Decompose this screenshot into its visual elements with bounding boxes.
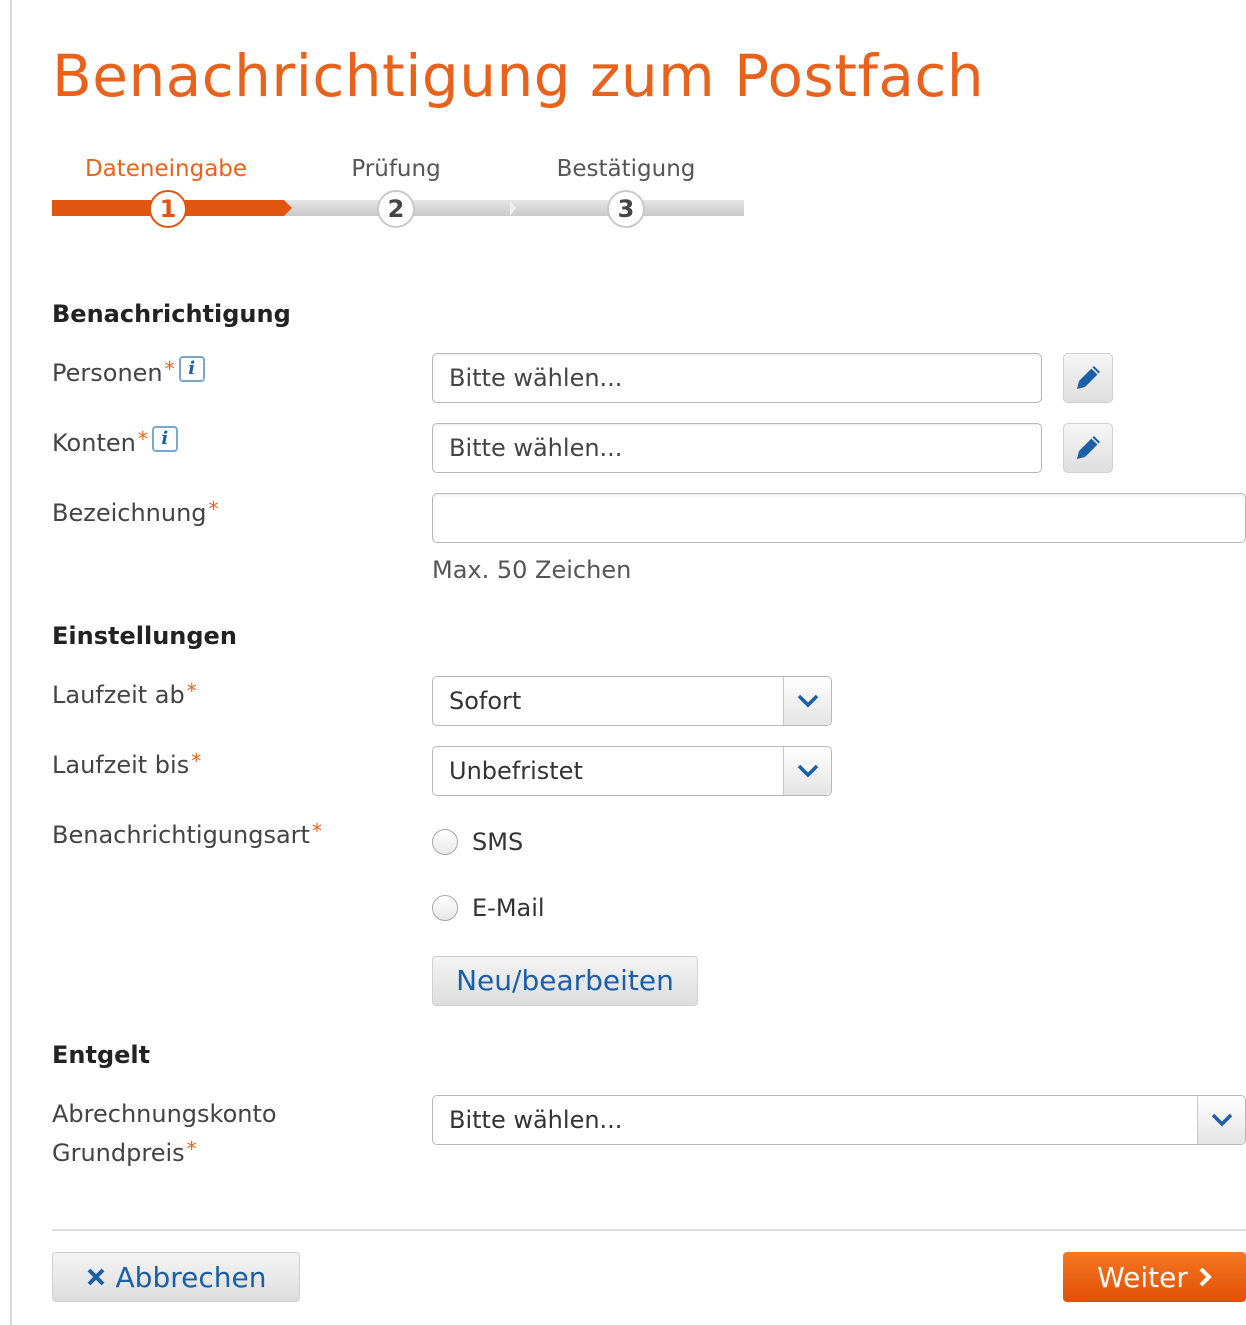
runtime-to-value: Unbefristet <box>449 757 583 785</box>
step-label-pruefung: Prüfung <box>351 156 441 182</box>
persons-label: Personen * i <box>52 354 205 392</box>
radio-option-email[interactable]: E-Mail <box>432 890 545 926</box>
step-label-bestaetigung: Bestätigung <box>556 156 696 182</box>
runtime-from-value: Sofort <box>449 687 522 715</box>
radio-label-sms: SMS <box>472 828 524 856</box>
persons-label-text: Personen <box>52 359 163 387</box>
required-marker: * <box>186 1137 197 1161</box>
runtime-to-label-text: Laufzeit bis <box>52 751 190 779</box>
billing-account-label-line1: Abrechnungskonto <box>52 1100 277 1128</box>
left-border <box>10 0 12 1325</box>
required-marker: * <box>186 679 197 703</box>
new-edit-button[interactable]: Neu/bearbeiten <box>432 956 698 1006</box>
radio-option-sms[interactable]: SMS <box>432 824 523 860</box>
billing-account-select[interactable]: Bitte wählen... <box>432 1095 1246 1145</box>
chevron-down-icon <box>1211 1113 1232 1127</box>
dropdown-toggle[interactable] <box>783 677 831 725</box>
notification-type-label: Benachrichtigungsart * <box>52 816 322 854</box>
cancel-button[interactable]: Abbrechen <box>52 1252 300 1302</box>
step-number-2: 2 <box>377 190 415 228</box>
persons-edit-button[interactable] <box>1063 353 1113 403</box>
designation-label-text: Bezeichnung <box>52 499 207 527</box>
chevron-right-icon <box>1199 1267 1212 1287</box>
runtime-from-label: Laufzeit ab * <box>52 676 197 714</box>
chevron-down-icon <box>797 764 818 778</box>
designation-hint: Max. 50 Zeichen <box>432 556 632 584</box>
runtime-to-label: Laufzeit bis * <box>52 746 201 784</box>
section-heading-notification: Benachrichtigung <box>52 300 291 328</box>
accounts-edit-button[interactable] <box>1063 423 1113 473</box>
section-heading-settings: Einstellungen <box>52 622 237 650</box>
stepper-arrow <box>284 200 292 216</box>
accounts-label: Konten * i <box>52 424 178 462</box>
info-icon[interactable]: i <box>178 356 205 382</box>
required-marker: * <box>191 749 202 773</box>
section-heading-fee: Entgelt <box>52 1041 151 1069</box>
radio-button[interactable] <box>432 829 458 855</box>
cancel-button-label: Abbrechen <box>115 1260 267 1294</box>
dropdown-toggle[interactable] <box>783 747 831 795</box>
persons-input[interactable] <box>432 353 1042 403</box>
billing-account-value: Bitte wählen... <box>449 1106 623 1134</box>
pencil-icon <box>1077 366 1100 389</box>
radio-button[interactable] <box>432 895 458 921</box>
designation-label: Bezeichnung * <box>52 494 219 532</box>
required-marker: * <box>164 357 175 381</box>
accounts-input[interactable] <box>432 423 1042 473</box>
dropdown-toggle[interactable] <box>1197 1096 1245 1144</box>
billing-account-label: Abrechnungskonto <box>52 1095 277 1133</box>
notification-type-label-text: Benachrichtigungsart <box>52 821 310 849</box>
step-label-dateneingabe: Dateneingabe <box>84 156 248 182</box>
progress-stepper: Dateneingabe Prüfung Bestätigung 1 2 3 <box>52 150 746 230</box>
accounts-label-text: Konten <box>52 429 136 457</box>
next-button[interactable]: Weiter <box>1063 1252 1246 1302</box>
info-icon[interactable]: i <box>151 426 178 452</box>
runtime-from-select[interactable]: Sofort <box>432 676 832 726</box>
required-marker: * <box>208 497 219 521</box>
runtime-to-select[interactable]: Unbefristet <box>432 746 832 796</box>
required-marker: * <box>137 427 148 451</box>
radio-label-email: E-Mail <box>472 894 545 922</box>
runtime-from-label-text: Laufzeit ab <box>52 681 185 709</box>
page-title: Benachrichtigung zum Postfach <box>52 42 985 110</box>
footer-divider <box>52 1229 1246 1231</box>
next-button-label: Weiter <box>1097 1260 1188 1294</box>
close-icon <box>87 1268 104 1286</box>
stepper-arrow <box>510 200 516 216</box>
billing-account-label-line2: Grundpreis <box>52 1139 185 1167</box>
chevron-down-icon <box>797 694 818 708</box>
required-marker: * <box>311 819 322 843</box>
pencil-icon <box>1077 436 1100 459</box>
base-price-label: Grundpreis * <box>52 1134 197 1172</box>
designation-input[interactable] <box>432 493 1246 543</box>
step-number-1: 1 <box>149 190 187 228</box>
step-number-3: 3 <box>607 190 645 228</box>
